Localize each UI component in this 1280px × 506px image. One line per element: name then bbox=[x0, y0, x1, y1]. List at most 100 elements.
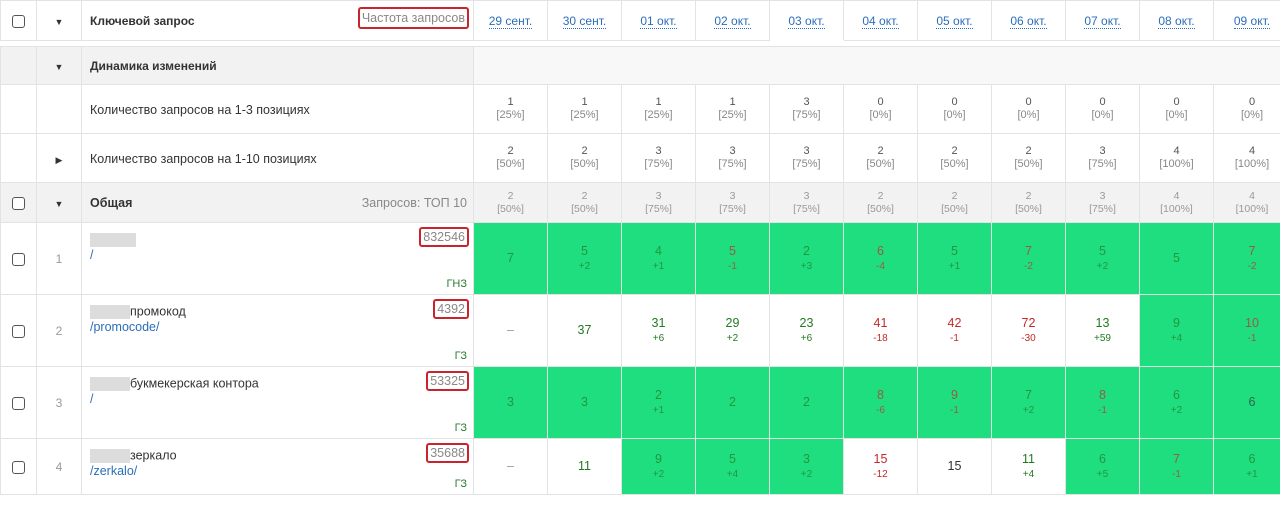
position-cell: 13 +59 bbox=[1065, 294, 1140, 367]
date-header-link[interactable]: 01 окт. bbox=[640, 14, 677, 29]
row-number: 2 bbox=[36, 294, 82, 367]
stat-count: 3 bbox=[729, 145, 736, 157]
dynamics-label: Динамика изменений bbox=[81, 46, 474, 85]
select-all-checkbox[interactable] bbox=[12, 15, 25, 29]
position-value: 72 bbox=[1021, 315, 1036, 330]
position-value: 5 bbox=[1099, 243, 1106, 258]
keyword-type: ГЗ bbox=[454, 422, 467, 434]
date-header-link[interactable]: 05 окт. bbox=[936, 14, 973, 29]
group-checkbox[interactable] bbox=[12, 197, 25, 211]
row-checkbox[interactable] bbox=[12, 397, 25, 411]
redacted-brand bbox=[90, 232, 136, 247]
position-delta: +1 bbox=[948, 260, 961, 272]
stat-count: 4 bbox=[1249, 189, 1255, 202]
stat-cell: 4 [100%] bbox=[1213, 182, 1280, 223]
position-delta: -4 bbox=[876, 260, 885, 272]
stat-percent: [0%] bbox=[1017, 109, 1040, 121]
stat-percent: [25%] bbox=[570, 109, 599, 121]
date-header-link[interactable]: 03 окт. bbox=[788, 14, 825, 29]
stat-cell: 2 [50%] bbox=[473, 182, 548, 223]
position-value: 3 bbox=[581, 395, 588, 409]
position-cell: 11 bbox=[547, 438, 622, 495]
freq-header[interactable]: Частота запросов bbox=[357, 7, 469, 29]
keyword-text[interactable]: зеркало bbox=[130, 449, 177, 463]
keyword-header[interactable]: Ключевой запрос bbox=[83, 14, 195, 28]
position-cell: 29 +2 bbox=[695, 294, 770, 367]
keyword-url[interactable]: /zerkalo/ bbox=[90, 464, 473, 478]
date-header-cell: 30 сент. bbox=[547, 0, 622, 41]
stat-count: 0 bbox=[877, 96, 884, 108]
keyword-url[interactable]: / bbox=[90, 392, 473, 406]
position-cell: 3 bbox=[547, 366, 622, 439]
row-checkbox-cell bbox=[0, 222, 37, 295]
chevron-down-icon[interactable]: ▼ bbox=[55, 199, 64, 209]
stat-percent: [75%] bbox=[719, 202, 746, 215]
position-delta: -1 bbox=[1247, 332, 1257, 344]
stat-count: 1 bbox=[655, 96, 662, 108]
row-checkbox[interactable] bbox=[12, 461, 25, 475]
date-header-cell: 29 сент. bbox=[473, 0, 548, 41]
row-checkbox[interactable] bbox=[12, 253, 25, 267]
chevron-down-icon[interactable]: ▼ bbox=[55, 17, 64, 27]
stat-cell: 0 [0%] bbox=[1065, 84, 1140, 134]
position-delta: -2 bbox=[1024, 260, 1033, 272]
stat-cell: 2 [50%] bbox=[547, 133, 622, 183]
stat-count: 3 bbox=[655, 145, 662, 157]
position-delta: +2 bbox=[1096, 260, 1109, 272]
date-header-link[interactable]: 07 окт. bbox=[1084, 14, 1121, 29]
date-header-link[interactable]: 04 окт. bbox=[862, 14, 899, 29]
keyword-url[interactable]: / bbox=[90, 248, 473, 262]
stat-count: 2 bbox=[1025, 189, 1032, 202]
date-header-link[interactable]: 08 окт. bbox=[1158, 14, 1195, 29]
keyword-text[interactable]: букмекерская контора bbox=[130, 377, 259, 391]
dynamics-toggle-cell: ▼ bbox=[36, 46, 82, 85]
header-row: ▼ Ключевой запрос Частота запросов 29 се… bbox=[0, 0, 1280, 41]
keyword-row: 1/832546 ГНЗ 7 5 +2 4 +1 5 -1 2 +3 6 -4 5 +1 7 -2 5 +2 5 7 -2 bbox=[0, 222, 1280, 295]
stat-percent: [100%] bbox=[1160, 202, 1193, 215]
group-count-label: Запросов: ТОП 10 bbox=[361, 196, 467, 210]
date-header-link[interactable]: 02 окт. bbox=[714, 14, 751, 29]
position-delta: +1 bbox=[652, 404, 665, 416]
date-header-cell: 01 окт. bbox=[621, 0, 696, 41]
chevron-down-icon[interactable]: ▼ bbox=[55, 62, 64, 72]
position-value: 37 bbox=[577, 323, 592, 337]
keyword-url[interactable]: /promocode/ bbox=[90, 320, 473, 334]
stat-percent: [50%] bbox=[1014, 158, 1043, 170]
stat-cell: 2 [50%] bbox=[547, 182, 622, 223]
stat-cell: 3 [75%] bbox=[621, 182, 696, 223]
stat-count: 2 bbox=[877, 189, 884, 202]
stat-cell: 3 [75%] bbox=[1065, 133, 1140, 183]
stat-cell: 2 [50%] bbox=[991, 182, 1066, 223]
position-cell: 6 +5 bbox=[1065, 438, 1140, 495]
date-header-link[interactable]: 09 окт. bbox=[1233, 14, 1271, 29]
position-cell: 31 +6 bbox=[621, 294, 696, 367]
position-value: 7 bbox=[1025, 387, 1032, 402]
position-value: 2 bbox=[655, 387, 662, 402]
date-header-cell: 09 окт. bbox=[1213, 0, 1280, 41]
position-delta: +59 bbox=[1094, 332, 1111, 344]
stat-count: 3 bbox=[803, 145, 810, 157]
position-cell: 8 -6 bbox=[843, 366, 918, 439]
stat-percent: [25%] bbox=[718, 109, 747, 121]
stat-count: 2 bbox=[1025, 145, 1032, 157]
position-cell: 42 -1 bbox=[917, 294, 992, 367]
row-checkbox[interactable] bbox=[12, 325, 25, 339]
position-delta: +4 bbox=[1022, 468, 1035, 480]
date-header-link[interactable]: 30 сент. bbox=[562, 14, 607, 29]
date-header-link[interactable]: 06 окт. bbox=[1010, 14, 1047, 29]
date-header-cell: 08 окт. bbox=[1139, 0, 1214, 41]
keyword-text[interactable]: промокод bbox=[130, 305, 186, 319]
stat-cell: 2 [50%] bbox=[843, 182, 918, 223]
position-cell: 7 -2 bbox=[991, 222, 1066, 295]
top3-row: Количество запросов на 1-3 позициях 1 [25%… bbox=[0, 84, 1280, 134]
dynamics-row: ▼ Динамика изменений bbox=[0, 46, 1280, 85]
position-delta: -1 bbox=[950, 404, 959, 416]
position-cell: 7 bbox=[473, 222, 548, 295]
date-header-link[interactable]: 29 сент. bbox=[488, 14, 533, 29]
chevron-right-icon[interactable]: ▶ bbox=[56, 155, 63, 166]
stat-cell: 0 [0%] bbox=[1213, 84, 1280, 134]
date-header-cell: 07 окт. bbox=[1065, 0, 1140, 41]
date-header-cell: 03 окт. bbox=[769, 0, 844, 41]
stat-percent: [75%] bbox=[645, 202, 672, 215]
position-value: 23 bbox=[799, 315, 814, 330]
